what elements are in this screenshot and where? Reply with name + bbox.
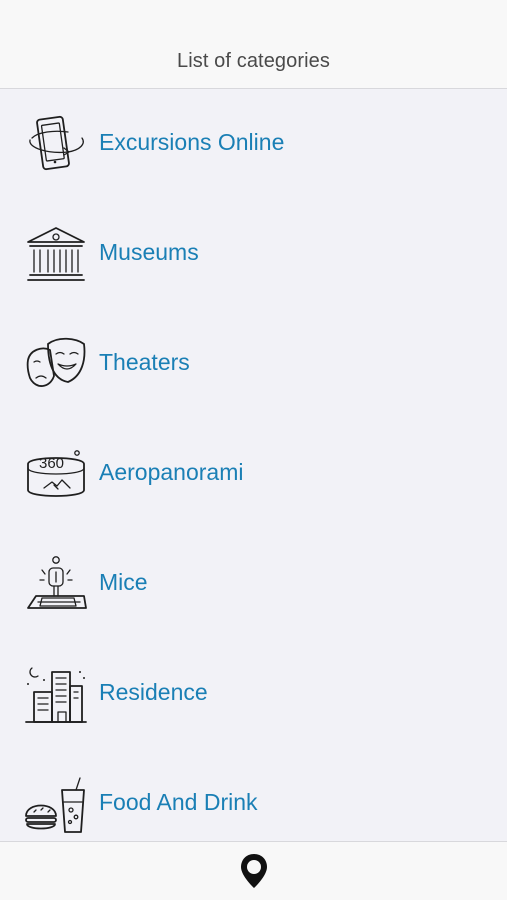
theater-masks-icon [24, 332, 88, 396]
category-item-excursions-online[interactable]: Excursions Online [0, 89, 507, 199]
map-pin-icon [241, 854, 267, 888]
category-item-theaters[interactable]: Theaters [0, 309, 507, 419]
navigation-bar: List of categories [0, 0, 507, 89]
museum-icon [24, 222, 88, 286]
page-title: List of categories [177, 50, 330, 72]
panorama-360-icon: 360 [24, 442, 88, 506]
category-label: Museums [99, 239, 199, 265]
tab-bar [0, 841, 507, 900]
category-item-aeropanorami[interactable]: 360 Aeropanorami [0, 419, 507, 529]
burger-drink-icon [24, 772, 88, 836]
category-label: Excursions Online [99, 129, 285, 155]
panorama-360-label: 360 [39, 455, 64, 472]
category-label: Aeropanorami [99, 459, 244, 485]
category-label: Food And Drink [99, 789, 258, 815]
category-item-museums[interactable]: Museums [0, 199, 507, 309]
city-buildings-icon [24, 662, 88, 726]
category-item-mice[interactable]: Mice [0, 529, 507, 639]
presentation-person-icon [24, 552, 88, 616]
tablet-rotate-icon [24, 112, 88, 176]
category-item-food-and-drink[interactable]: Food And Drink [0, 749, 507, 841]
screen: List of categories Excursions Online Mus… [0, 0, 507, 900]
category-item-residence[interactable]: Residence [0, 639, 507, 749]
category-label: Theaters [99, 349, 190, 375]
category-list: Excursions Online Museums Theaters 360 A… [0, 89, 507, 841]
category-label: Residence [99, 679, 208, 705]
tab-map[interactable] [238, 852, 270, 890]
category-label: Mice [99, 569, 148, 595]
